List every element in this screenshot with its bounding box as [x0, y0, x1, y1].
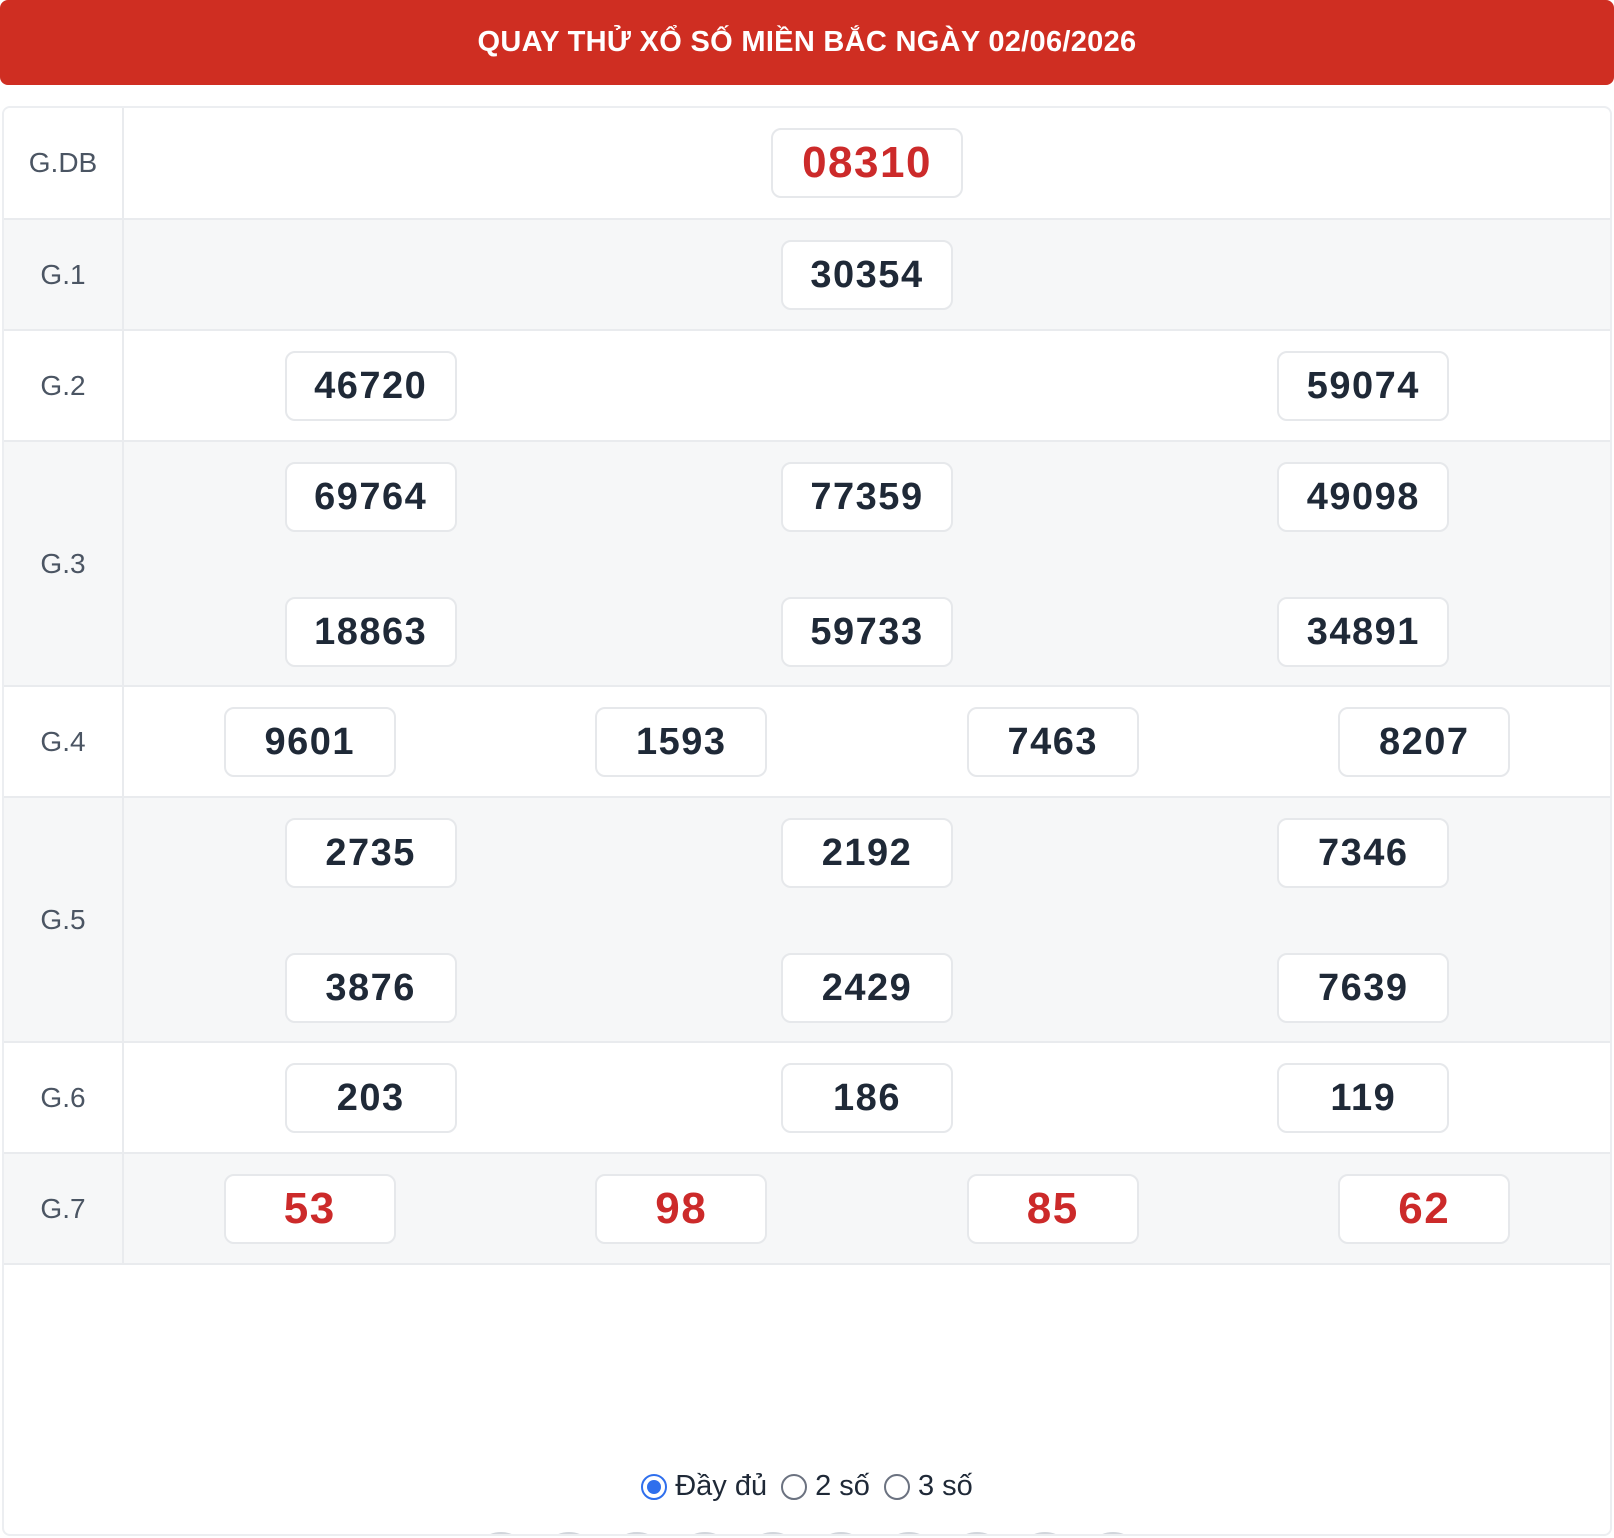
- prize-number: 186: [781, 1063, 953, 1133]
- prize-number: 8207: [1338, 707, 1511, 777]
- prize-label: G.DB: [4, 108, 124, 218]
- prize-label: G.3: [4, 442, 124, 685]
- prize-row-g3: G.3 69764 77359 49098 18863 59733 34891: [4, 442, 1610, 687]
- digit-button-5[interactable]: 5: [813, 1532, 869, 1534]
- prize-row-g4: G.4 9601 1593 7463 8207: [4, 687, 1610, 798]
- radio-unselected-icon[interactable]: [883, 1473, 910, 1500]
- prize-number: 85: [966, 1174, 1139, 1244]
- prize-number: 18863: [284, 597, 457, 667]
- radio-2-digits[interactable]: 2 số: [781, 1470, 870, 1503]
- page-header: QUAY THỬ XỔ SỐ MIỀN BẮC NGÀY 02/06/2026: [0, 0, 1614, 85]
- digit-button-6[interactable]: 6: [881, 1532, 937, 1534]
- prize-number: 203: [284, 1063, 457, 1133]
- prize-row-g1: G.1 30354: [4, 220, 1610, 331]
- prize-row-g2: G.2 46720 59074: [4, 331, 1610, 442]
- prize-number: 59733: [781, 597, 953, 667]
- display-mode-radio-group: Đầy đủ 2 số 3 số: [4, 1470, 1610, 1503]
- prize-number: 98: [595, 1174, 768, 1244]
- prize-number: 77359: [781, 462, 953, 532]
- prize-number: 2735: [284, 818, 457, 888]
- prize-number: 53: [223, 1174, 396, 1244]
- prize-number: 119: [1277, 1063, 1450, 1133]
- prize-number: 30354: [781, 240, 953, 310]
- prize-label: G.4: [4, 687, 124, 796]
- digit-filter-bar: 0 1 2 3 4 5 6 7 8 9: [4, 1532, 1610, 1534]
- radio-full[interactable]: Đầy đủ: [641, 1470, 767, 1503]
- prize-number: 49098: [1277, 462, 1450, 532]
- prize-number: 2429: [781, 953, 953, 1023]
- prize-number: 7639: [1277, 953, 1450, 1023]
- prize-row-g7: G.7 53 98 85 62: [4, 1154, 1610, 1265]
- results-table: G.DB 08310 G.1 30354 G.2 46720 59074 G.3…: [4, 108, 1610, 1265]
- radio-label: 2 số: [815, 1470, 870, 1502]
- digit-button-8[interactable]: 8: [1017, 1532, 1073, 1534]
- digit-button-0[interactable]: 0: [473, 1532, 529, 1534]
- digit-button-4[interactable]: 4: [745, 1532, 801, 1534]
- radio-label: Đầy đủ: [675, 1470, 768, 1502]
- prize-row-g5: G.5 2735 2192 7346 3876 2429 7639: [4, 798, 1610, 1043]
- prize-number: 2192: [781, 818, 953, 888]
- digit-button-7[interactable]: 7: [949, 1532, 1005, 1534]
- prize-label: G.5: [4, 798, 124, 1041]
- prize-number: 3876: [284, 953, 457, 1023]
- prize-label: G.1: [4, 220, 124, 329]
- prize-label: G.2: [4, 331, 124, 440]
- prize-number: 69764: [284, 462, 457, 532]
- digit-button-9[interactable]: 9: [1085, 1532, 1141, 1534]
- digit-button-1[interactable]: 1: [541, 1532, 597, 1534]
- radio-label: 3 số: [917, 1470, 973, 1502]
- radio-3-digits[interactable]: 3 số: [883, 1470, 973, 1503]
- prize-label: G.6: [4, 1043, 124, 1152]
- prize-number: 1593: [595, 707, 768, 777]
- radio-selected-icon[interactable]: [641, 1473, 668, 1500]
- prize-number: 62: [1338, 1174, 1511, 1244]
- radio-unselected-icon[interactable]: [781, 1473, 808, 1500]
- results-card: G.DB 08310 G.1 30354 G.2 46720 59074 G.3…: [2, 106, 1612, 1536]
- page-title: QUAY THỬ XỔ SỐ MIỀN BẮC NGÀY 02/06/2026: [477, 26, 1137, 58]
- digit-button-2[interactable]: 2: [609, 1532, 665, 1534]
- prize-number: 7463: [966, 707, 1139, 777]
- prize-number: 34891: [1277, 597, 1450, 667]
- prize-label: G.7: [4, 1154, 124, 1263]
- prize-number: 08310: [771, 128, 963, 198]
- prize-number: 7346: [1277, 818, 1450, 888]
- prize-number: 9601: [223, 707, 396, 777]
- digit-button-3[interactable]: 3: [677, 1532, 733, 1534]
- prize-number: 46720: [284, 351, 457, 421]
- prize-row-g6: G.6 203 186 119: [4, 1043, 1610, 1154]
- prize-number: 59074: [1277, 351, 1450, 421]
- prize-row-gdb: G.DB 08310: [4, 108, 1610, 220]
